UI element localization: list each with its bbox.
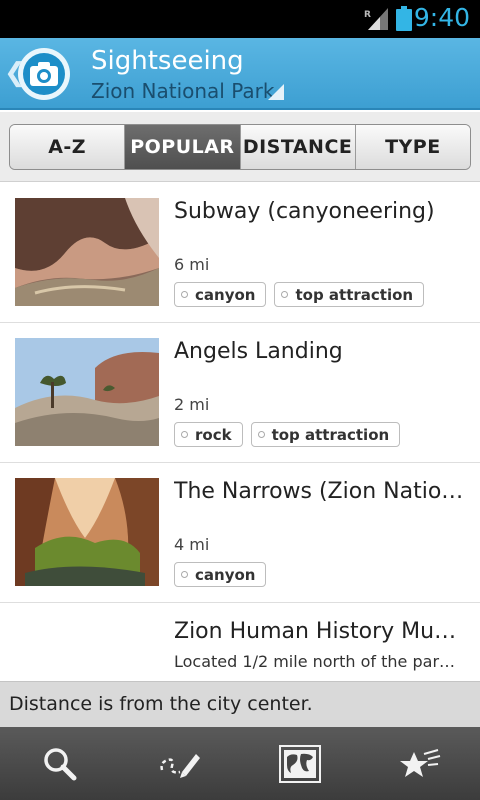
place-title: The Narrows (Zion National Park)	[174, 479, 464, 504]
sort-tabs: A-Z POPULAR DISTANCE TYPE	[9, 124, 471, 170]
tab-type[interactable]: TYPE	[355, 125, 470, 169]
place-title: Subway (canyoneering)	[174, 199, 435, 224]
tab-popular[interactable]: POPULAR	[125, 125, 241, 169]
list-item[interactable]: The Narrows (Zion National Park) 4 mi ca…	[0, 463, 480, 603]
place-title: Zion Human History Museum	[174, 619, 464, 644]
tag-list: canyon	[174, 562, 267, 587]
dropdown-triangle-icon[interactable]	[268, 84, 284, 100]
battery-icon	[396, 6, 412, 31]
page-title: Sightseeing	[91, 46, 244, 76]
signal-roaming-icon: R	[364, 8, 388, 30]
tag[interactable]: canyon	[174, 282, 267, 307]
search-icon	[44, 747, 77, 780]
tag[interactable]: top attraction	[250, 422, 401, 447]
place-description: Located 1/2 mile north of the park's sou…	[174, 652, 464, 671]
tag-icon	[257, 431, 265, 438]
tag[interactable]: rock	[174, 422, 243, 447]
places-list: Subway (canyoneering) 6 mi canyon top at…	[0, 183, 480, 681]
tab-a-z[interactable]: A-Z	[10, 125, 126, 169]
tag[interactable]: top attraction	[274, 282, 425, 307]
tag-list: canyon top attraction	[174, 282, 425, 307]
map-button[interactable]	[240, 727, 360, 800]
place-thumbnail	[15, 338, 159, 446]
route-button[interactable]	[120, 727, 240, 800]
place-thumbnail	[15, 478, 159, 586]
tag-icon	[281, 291, 289, 298]
tab-distance[interactable]: DISTANCE	[240, 125, 356, 169]
bottom-toolbar	[0, 727, 480, 800]
list-item[interactable]: Angels Landing 2 mi rock top attraction	[0, 323, 480, 463]
status-bar: R 9:40	[0, 0, 480, 38]
distance-note-text: Distance is from the city center.	[9, 693, 313, 715]
action-bar: ❮ Sightseeing Zion National Park	[0, 38, 480, 110]
place-title: Angels Landing	[174, 339, 343, 364]
tag-icon	[181, 431, 188, 438]
camera-icon	[30, 62, 58, 86]
svg-text:R: R	[364, 10, 371, 20]
list-item[interactable]: Subway (canyoneering) 6 mi canyon top at…	[0, 183, 480, 323]
list-item[interactable]: Zion Human History Museum Located 1/2 mi…	[0, 603, 480, 681]
app-logo[interactable]	[18, 48, 70, 100]
place-distance: 6 mi	[174, 255, 210, 274]
tag-icon	[181, 571, 188, 578]
location-selector[interactable]: Zion National Park	[91, 79, 274, 103]
distance-note: Distance is from the city center.	[0, 681, 480, 727]
place-distance: 2 mi	[174, 395, 210, 414]
favorites-button[interactable]	[360, 727, 480, 800]
search-button[interactable]	[0, 727, 120, 800]
clock: 9:40	[413, 3, 470, 32]
tag-list: rock top attraction	[174, 422, 401, 447]
favorites-icon	[400, 748, 441, 777]
map-icon	[279, 744, 321, 783]
place-distance: 4 mi	[174, 535, 210, 554]
tag-icon	[181, 291, 188, 298]
draw-route-icon	[160, 753, 200, 778]
place-thumbnail	[15, 198, 159, 306]
sort-bar: A-Z POPULAR DISTANCE TYPE	[0, 112, 480, 182]
tag[interactable]: canyon	[174, 562, 267, 587]
